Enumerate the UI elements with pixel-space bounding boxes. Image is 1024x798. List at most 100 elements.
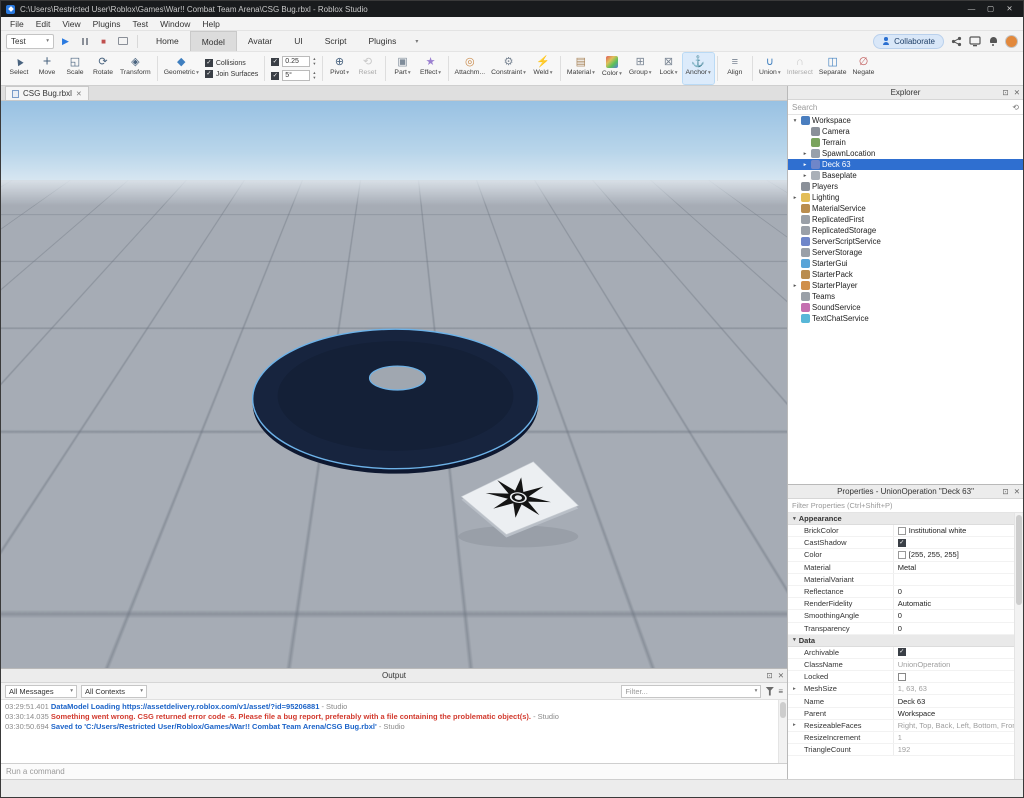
stop-button[interactable]: ■ bbox=[96, 34, 111, 49]
property-value-castshadow[interactable]: ✓ bbox=[894, 537, 1023, 548]
property-value-smoothingangle[interactable]: 0 bbox=[894, 610, 1023, 621]
tree-item-terrain[interactable]: Terrain bbox=[788, 137, 1023, 148]
tree-item-players[interactable]: Players bbox=[788, 181, 1023, 192]
snap-checkbox-icon[interactable]: ✓ bbox=[271, 72, 279, 80]
ribbon-button-pivot[interactable]: ⊕Pivot▾ bbox=[326, 53, 354, 84]
property-value-material[interactable]: Metal bbox=[894, 562, 1023, 573]
tree-item-baseplate[interactable]: ▸Baseplate bbox=[788, 170, 1023, 181]
property-value-locked[interactable] bbox=[894, 671, 1023, 682]
tree-item-serverscriptservice[interactable]: ServerScriptService bbox=[788, 236, 1023, 247]
tree-collapsed-arrow-icon[interactable]: ▸ bbox=[801, 173, 809, 179]
snap-checkbox-icon[interactable]: ✓ bbox=[271, 58, 279, 66]
maximize-button[interactable]: ▢ bbox=[982, 2, 999, 16]
stepper-icon[interactable]: ▴▾ bbox=[313, 71, 315, 80]
tree-item-teams[interactable]: Teams bbox=[788, 291, 1023, 302]
ribbon-button-align[interactable]: ≡Align bbox=[721, 53, 749, 84]
ribbon-button-weld[interactable]: ⚡Weld▾ bbox=[529, 53, 557, 84]
tab-avatar[interactable]: Avatar bbox=[237, 31, 283, 51]
tree-expanded-arrow-icon[interactable]: ▾ bbox=[791, 118, 799, 124]
output-options-icon[interactable]: ≡ bbox=[778, 687, 783, 696]
menu-plugins[interactable]: Plugins bbox=[87, 19, 127, 29]
explorer-panel-header[interactable]: Explorer ⊡ ✕ bbox=[788, 86, 1023, 100]
scrollbar-thumb[interactable] bbox=[780, 702, 786, 718]
ribbon-button-constraint[interactable]: ⚙Constraint▾ bbox=[488, 53, 529, 84]
property-value-materialvariant[interactable] bbox=[894, 574, 1023, 585]
ribbon-button-geometric[interactable]: ◆Geometric▾ bbox=[161, 53, 202, 84]
output-filter-input[interactable] bbox=[625, 687, 750, 696]
property-value-reflectance[interactable]: 0 bbox=[894, 586, 1023, 597]
test-mode-dropdown[interactable]: Test ▾ bbox=[6, 34, 54, 49]
tree-item-textchatservice[interactable]: TextChatService bbox=[788, 313, 1023, 324]
tree-item-startergui[interactable]: StarterGui bbox=[788, 258, 1023, 269]
checkbox-icon[interactable]: ✓ bbox=[898, 539, 906, 547]
close-panel-icon[interactable]: ✕ bbox=[1014, 88, 1020, 97]
device-preview-icon[interactable] bbox=[969, 36, 981, 47]
message-filter-dropdown[interactable]: All Messages ▾ bbox=[5, 685, 77, 698]
checkbox-icon[interactable] bbox=[898, 673, 906, 681]
tree-item-camera[interactable]: Camera bbox=[788, 126, 1023, 137]
tab-ui[interactable]: UI bbox=[283, 31, 314, 51]
ribbon-button-effect[interactable]: ★Effect▾ bbox=[417, 53, 445, 84]
menu-test[interactable]: Test bbox=[127, 19, 155, 29]
ribbon-button-part[interactable]: ▣Part▾ bbox=[389, 53, 417, 84]
device-emulator-button[interactable] bbox=[115, 34, 130, 49]
property-value-brickcolor[interactable]: Institutional white bbox=[894, 525, 1023, 536]
float-panel-icon[interactable]: ⊡ bbox=[1002, 487, 1008, 496]
toggle-collisions[interactable]: ✓Collisions bbox=[205, 59, 258, 67]
output-filter-box[interactable]: ▾ bbox=[621, 685, 761, 698]
expand-arrow-icon[interactable]: ▸ bbox=[793, 722, 796, 728]
ribbon-button-attachm[interactable]: ◎Attachm... bbox=[452, 53, 489, 84]
ribbon-button-group[interactable]: ⊞Group▾ bbox=[626, 53, 655, 84]
property-value-parent[interactable]: Workspace bbox=[894, 708, 1023, 719]
tab-model[interactable]: Model bbox=[190, 31, 237, 51]
menu-window[interactable]: Window bbox=[154, 19, 196, 29]
section-header-appearance[interactable]: ▾Appearance bbox=[788, 513, 1023, 525]
ribbon-button-move[interactable]: +Move bbox=[33, 53, 61, 84]
output-log[interactable]: 03:29:51.401 DataModel Loading https://a… bbox=[1, 700, 787, 763]
ribbon-button-union[interactable]: ∪Union▾ bbox=[756, 53, 784, 84]
expand-arrow-icon[interactable]: ▸ bbox=[793, 686, 796, 692]
color-swatch-icon[interactable] bbox=[898, 527, 906, 535]
document-tab-csg-bug[interactable]: CSG Bug.rbxl ✕ bbox=[5, 86, 89, 100]
property-value-name[interactable]: Deck 63 bbox=[894, 695, 1023, 706]
notifications-bell-icon[interactable] bbox=[988, 36, 998, 47]
close-button[interactable]: ✕ bbox=[1001, 2, 1018, 16]
ribbon-button-reset[interactable]: ⟲Reset bbox=[354, 53, 382, 84]
close-panel-icon[interactable]: ✕ bbox=[778, 671, 784, 680]
menu-file[interactable]: File bbox=[4, 19, 30, 29]
menu-help[interactable]: Help bbox=[196, 19, 225, 29]
tree-collapsed-arrow-icon[interactable]: ▸ bbox=[801, 151, 809, 157]
tab-plugins[interactable]: Plugins bbox=[358, 31, 408, 51]
command-bar-input[interactable] bbox=[1, 767, 787, 776]
tree-collapsed-arrow-icon[interactable]: ▸ bbox=[791, 283, 799, 289]
tab-home[interactable]: Home bbox=[145, 31, 190, 51]
tree-item-materialservice[interactable]: MaterialService bbox=[788, 203, 1023, 214]
scrollbar-thumb[interactable] bbox=[1016, 515, 1022, 605]
ribbon-button-intersect[interactable]: ∩Intersect bbox=[784, 53, 816, 84]
ribbon-button-transform[interactable]: ◈Transform bbox=[117, 53, 154, 84]
properties-scrollbar[interactable] bbox=[1014, 513, 1023, 779]
tree-item-serverstorage[interactable]: ServerStorage bbox=[788, 247, 1023, 258]
properties-filter-input[interactable] bbox=[792, 501, 1019, 510]
output-scrollbar[interactable] bbox=[778, 700, 787, 763]
snap-value-input[interactable]: 0.25 bbox=[282, 56, 310, 67]
property-value-transparency[interactable]: 0 bbox=[894, 623, 1023, 634]
ribbon-button-separate[interactable]: ◫Separate bbox=[816, 53, 850, 84]
checkbox-icon[interactable]: ✓ bbox=[898, 648, 906, 656]
float-panel-icon[interactable]: ⊡ bbox=[766, 671, 772, 680]
ribbon-button-scale[interactable]: ◱Scale bbox=[61, 53, 89, 84]
ribbon-button-negate[interactable]: ∅Negate bbox=[849, 53, 877, 84]
ribbon-button-select[interactable]: ▲Select bbox=[5, 53, 33, 84]
tab-close-icon[interactable]: ✕ bbox=[76, 90, 82, 98]
stepper-icon[interactable]: ▴▾ bbox=[313, 57, 315, 66]
property-value-renderfidelity[interactable]: Automatic bbox=[894, 598, 1023, 609]
menu-edit[interactable]: Edit bbox=[30, 19, 57, 29]
tree-collapsed-arrow-icon[interactable]: ▸ bbox=[791, 195, 799, 201]
section-header-data[interactable]: ▾Data bbox=[788, 635, 1023, 647]
context-filter-dropdown[interactable]: All Contexts ▾ bbox=[81, 685, 147, 698]
ribbon-button-rotate[interactable]: ⟳Rotate bbox=[89, 53, 117, 84]
tab-script[interactable]: Script bbox=[314, 31, 358, 51]
tree-item-replicatedfirst[interactable]: ReplicatedFirst bbox=[788, 214, 1023, 225]
ribbon-button-color[interactable]: Color▾ bbox=[598, 53, 626, 84]
snap-value-input[interactable]: 5° bbox=[282, 70, 310, 81]
